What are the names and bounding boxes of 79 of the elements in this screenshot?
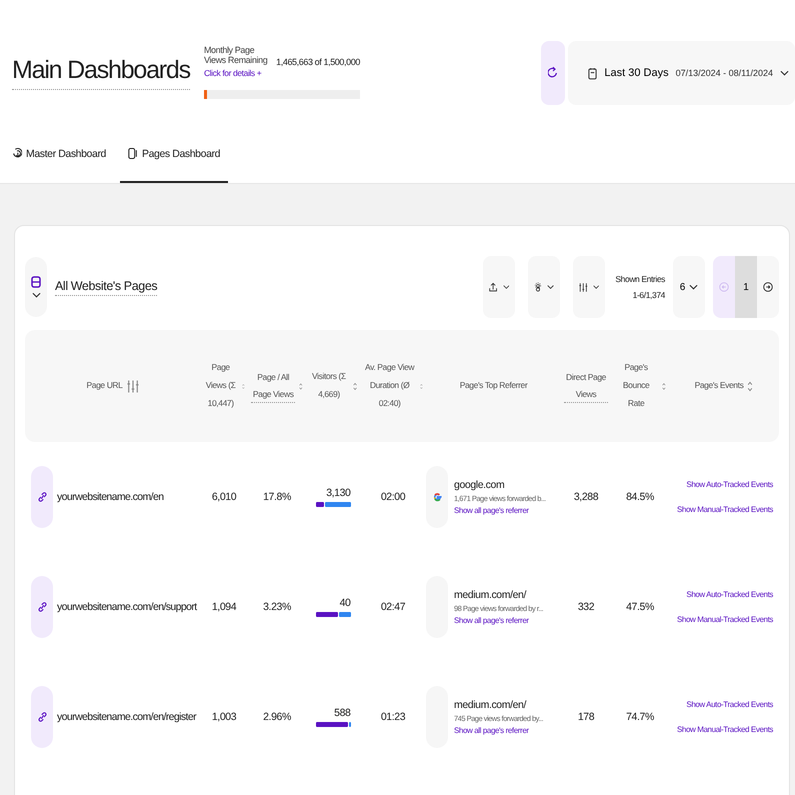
page-size-select[interactable]: 6 [673,256,705,318]
column-header: Visitors (Σ 4,669) [311,370,347,401]
sort-icon[interactable] [299,380,303,392]
calendar-icon [588,66,598,80]
table-cell-text: 3,288 [572,491,600,503]
sort-icon[interactable] [662,380,666,392]
table-cell-text: 84.5% [625,491,655,503]
table-cell: 588 [334,707,350,719]
page-url: yourwebsitename.com/en/support [57,601,197,613]
quota-value: 1,465,663 of 1,500,000 [276,56,360,66]
shown-entries-label: Shown Entries [615,274,665,284]
table-cell: 40 [340,597,350,609]
referrer-link[interactable]: Show all page's referrer [454,726,529,735]
page-title: Main Dashboards [12,42,190,90]
column-header: Page Views (Σ 10,447) [204,361,237,410]
column-header: Page / All Page Views [251,369,296,403]
shown-entries-range: 1-6/1,374 [632,290,665,300]
table-icon [31,276,41,288]
sliders-icon[interactable] [126,378,139,394]
next-page-button[interactable] [757,256,779,318]
column-header: Page URL [86,379,123,392]
sort-icon[interactable] [747,380,754,392]
table-cell-text: 2.96% [262,711,292,723]
google-icon [432,492,442,502]
page-url: yourwebsitename.com/en/register [57,711,196,723]
events-link[interactable]: Show Auto-Tracked Events [686,590,773,599]
caret-icon [502,284,510,290]
events-link[interactable]: Show Manual-Tracked Events [676,725,773,734]
referrer-name: medium.com/en/ [454,589,526,601]
caret-icon [689,284,698,290]
table-cell-text: 17.8% [262,491,292,503]
table-cell-text: 02:00 [380,491,406,503]
table-cell-text: 47.5% [625,601,655,613]
column-header: Page's Top Referrer [460,379,528,392]
table-cell: 3,130 [326,487,350,499]
dotted-circle-icon [534,280,542,294]
table-cell-text: 3.23% [262,601,292,613]
table-cell-text: 1,094 [210,601,238,613]
events-link[interactable]: Show Auto-Tracked Events [686,700,773,709]
events-link[interactable]: Show Manual-Tracked Events [676,505,773,514]
table-cell-text: 74.7% [625,711,655,723]
date-range-button[interactable]: Last 30 Days 07/13/2024 - 08/11/2024 [568,41,795,105]
events-link[interactable]: Show Auto-Tracked Events [686,480,773,489]
pages-icon [128,147,138,160]
caret-icon [32,292,40,298]
table-cell-text: 02:47 [380,601,406,613]
table-cell-text: 332 [576,601,596,613]
quota-label: Monthly Page Views Remaining [204,45,268,65]
caret-icon [780,70,789,76]
arrow-left-icon [719,281,729,293]
referrer-name: medium.com/en/ [454,699,526,711]
column-header: Page's Events [694,379,744,392]
caret-icon [547,284,554,290]
table-cell-text: 1,003 [210,711,238,723]
link-icon [31,466,53,528]
caret-icon [592,284,600,290]
sort-icon[interactable] [352,380,357,392]
card-title: All Website's Pages [55,278,158,296]
details-link[interactable]: Click for details + [204,68,270,78]
refresh-button[interactable] [541,41,566,105]
dashboard-tab[interactable]: Master Dashboard [12,140,114,183]
referrer-name: google.com [454,479,504,491]
page-button[interactable]: 1 [735,256,757,318]
link-icon [31,576,53,638]
page-url: yourwebsitename.com/en [57,491,164,503]
refresh-icon [548,66,558,80]
table-cell-text: 01:23 [380,711,406,723]
column-header: Av. Page View Duration (Ø 02:40) [364,361,416,410]
table-cell-text: 178 [576,711,596,723]
spiral-icon [12,147,22,160]
table-cell-text: 6,010 [210,491,238,503]
link-icon [31,686,53,748]
arrow-right-icon [763,281,773,293]
referrer-link[interactable]: Show all page's referrer [454,616,529,625]
column-header: Direct Page Views [564,369,608,403]
referrer-link[interactable]: Show all page's referrer [454,506,529,515]
column-header: Page's Bounce Rate [622,361,650,410]
events-link[interactable]: Show Manual-Tracked Events [676,615,773,624]
table-menu-button[interactable] [25,257,47,317]
